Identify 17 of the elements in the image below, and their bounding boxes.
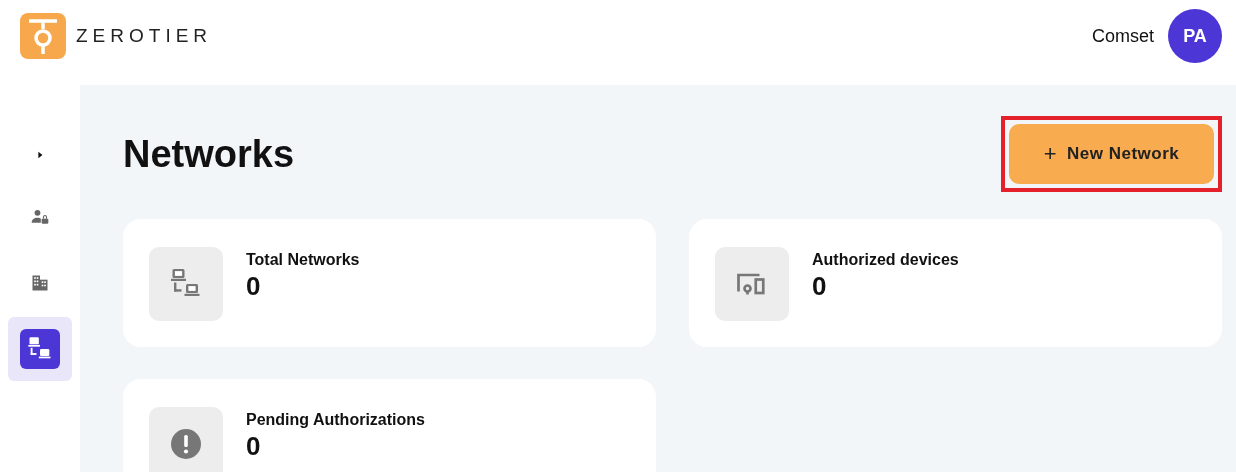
stat-value: 0 <box>246 431 262 462</box>
new-network-button[interactable]: + New Network <box>1009 124 1214 184</box>
account-name: Comset <box>1092 25 1154 47</box>
network-icon <box>20 329 60 369</box>
stat-label: Authorized devices <box>812 251 959 269</box>
user-lock-icon <box>30 207 50 227</box>
building-icon <box>30 273 50 293</box>
stat-label: Pending Authorizations <box>246 411 425 429</box>
page-title: Networks <box>123 132 295 176</box>
sidebar-item[interactable] <box>8 317 72 381</box>
stat-value: 0 <box>246 271 262 302</box>
logo-icon <box>20 13 66 59</box>
stat-label: Total Networks <box>246 251 360 269</box>
avatar[interactable]: PA <box>1168 9 1222 63</box>
logo-text: ZEROTIER <box>76 25 213 47</box>
exclamation-icon <box>168 426 204 462</box>
stat-value: 0 <box>812 271 828 302</box>
